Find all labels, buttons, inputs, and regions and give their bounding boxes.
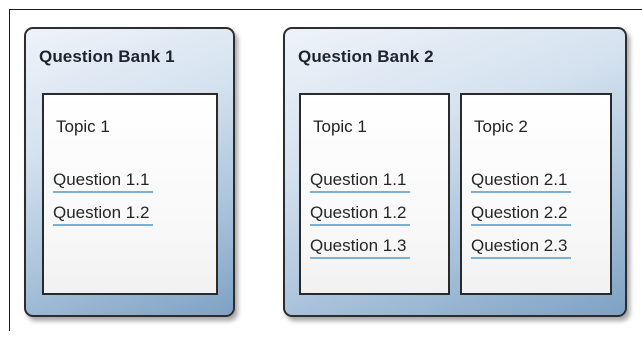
bank-1-topic-1: Topic 1 Question 1.1 Question 1.2 — [42, 93, 218, 295]
bank-2-topic-1: Topic 1 Question 1.1 Question 1.2 Questi… — [299, 93, 450, 295]
question-item: Question 1.1 — [53, 169, 154, 202]
bank-2-topic-1-question-list: Question 1.1 Question 1.2 Question 1.3 — [310, 169, 411, 268]
question-label: Question 1.3 — [310, 235, 411, 259]
question-bank-1: Question Bank 1 Topic 1 Question 1.1 Que… — [24, 27, 235, 317]
question-item: Question 1.1 — [310, 169, 411, 202]
bank-2-topic-1-title: Topic 1 — [313, 117, 367, 136]
question-bank-1-title: Question Bank 1 — [39, 47, 175, 66]
frame-left-border — [9, 9, 10, 331]
question-item: Question 2.2 — [471, 202, 572, 235]
question-bank-2-title: Question Bank 2 — [298, 47, 434, 66]
question-bank-2: Question Bank 2 Topic 1 Question 1.1 Que… — [283, 27, 627, 317]
question-label: Question 1.2 — [310, 202, 411, 226]
question-item: Question 1.3 — [310, 235, 411, 268]
bank-2-topic-2: Topic 2 Question 2.1 Question 2.2 Questi… — [460, 93, 612, 295]
bank-2-topic-2-question-list: Question 2.1 Question 2.2 Question 2.3 — [471, 169, 572, 268]
question-label: Question 2.2 — [471, 202, 572, 226]
question-item: Question 2.1 — [471, 169, 572, 202]
question-label: Question 1.1 — [53, 169, 154, 193]
question-item: Question 1.2 — [310, 202, 411, 235]
question-label: Question 2.3 — [471, 235, 572, 259]
bank-1-topic-1-title: Topic 1 — [56, 117, 110, 136]
bank-2-topic-2-title: Topic 2 — [474, 117, 528, 136]
question-item: Question 1.2 — [53, 202, 154, 235]
frame-top-border — [9, 9, 642, 10]
bank-1-topic-1-question-list: Question 1.1 Question 1.2 — [53, 169, 154, 235]
question-label: Question 2.1 — [471, 169, 572, 193]
question-label: Question 1.2 — [53, 202, 154, 226]
question-label: Question 1.1 — [310, 169, 411, 193]
question-item: Question 2.3 — [471, 235, 572, 268]
